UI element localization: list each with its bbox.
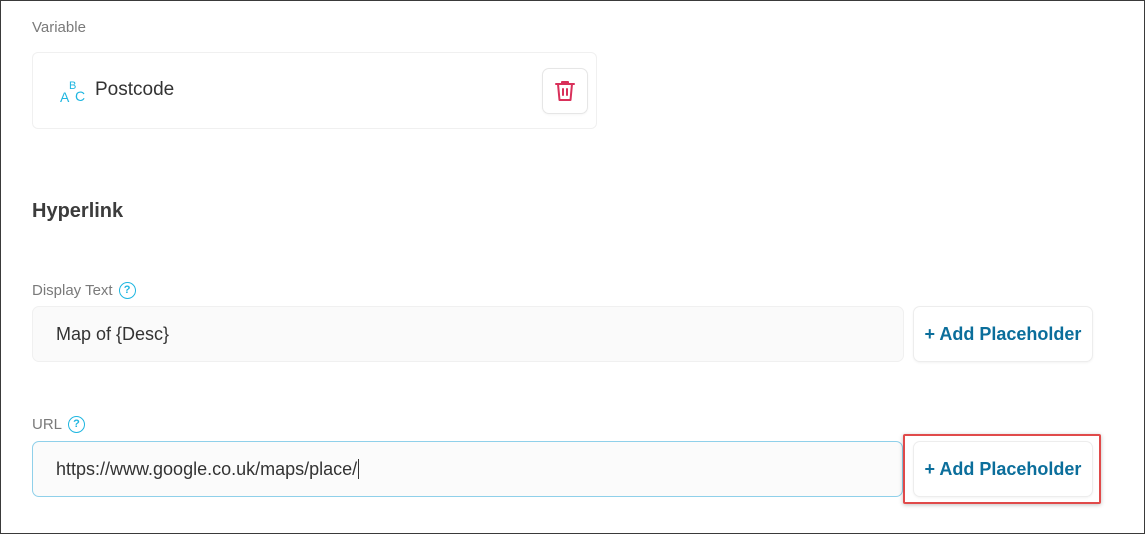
- url-label: URL ?: [32, 416, 86, 433]
- delete-variable-button[interactable]: [542, 68, 588, 114]
- display-text-input[interactable]: Map of {Desc}: [32, 306, 904, 362]
- highlight-box: [903, 434, 1101, 504]
- hyperlink-settings-panel: Variable A B C Postcode Hyperlink Displa…: [0, 0, 1145, 534]
- variable-name: Postcode: [95, 79, 175, 100]
- abc-text-icon: A B C: [60, 80, 85, 104]
- text-cursor: [358, 459, 360, 479]
- display-text-value: Map of {Desc}: [56, 323, 170, 344]
- hyperlink-title: Hyperlink: [32, 200, 124, 222]
- variable-card: A B C Postcode: [32, 52, 597, 129]
- url-input[interactable]: https://www.google.co.uk/maps/place/: [32, 441, 903, 497]
- variable-label: Variable: [32, 19, 86, 36]
- trash-icon: [555, 81, 575, 101]
- display-text-label: Display Text ?: [32, 282, 136, 299]
- url-value: https://www.google.co.uk/maps/place/: [56, 458, 358, 479]
- help-icon[interactable]: ?: [68, 416, 86, 433]
- help-icon[interactable]: ?: [118, 282, 136, 299]
- svg-text:C: C: [75, 88, 85, 104]
- add-placeholder-button-display-text[interactable]: + Add Placeholder: [913, 306, 1093, 362]
